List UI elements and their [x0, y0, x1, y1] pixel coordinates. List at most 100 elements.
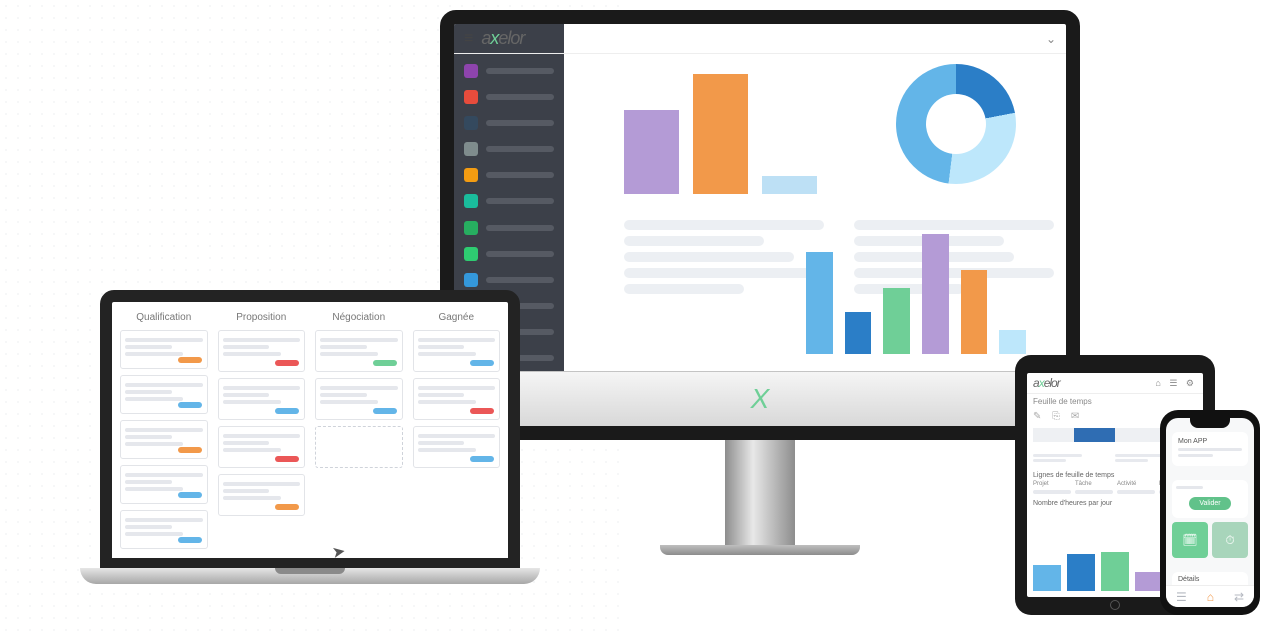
- kanban-card-tag: [470, 456, 494, 462]
- kanban-card[interactable]: [315, 378, 403, 420]
- phone-nav-item[interactable]: ☰: [1176, 590, 1187, 604]
- grid-header: Activité: [1117, 481, 1155, 487]
- kanban-card[interactable]: [218, 330, 306, 372]
- sidebar-item-label: [486, 172, 554, 178]
- x-logo-icon: X: [751, 383, 770, 415]
- kanban-card-tag: [275, 456, 299, 462]
- kanban-card-tag: [275, 504, 299, 510]
- sidebar-item[interactable]: [464, 192, 554, 210]
- sidebar-item[interactable]: [464, 166, 554, 184]
- monitor-chin: X: [454, 371, 1066, 426]
- grid-header: Projet: [1033, 481, 1071, 487]
- sidebar-item-color-icon: [464, 273, 478, 287]
- workflow-step[interactable]: [1115, 428, 1156, 442]
- sidebar-item-label: [486, 120, 554, 126]
- kanban-card[interactable]: [218, 378, 306, 420]
- bar: [1033, 565, 1061, 591]
- bar: [883, 288, 910, 354]
- sidebar-item-color-icon: [464, 247, 478, 261]
- bar: [922, 234, 949, 354]
- kanban-card[interactable]: [413, 426, 501, 468]
- kanban-card[interactable]: [218, 474, 306, 516]
- grid-header: Tâche: [1075, 481, 1113, 487]
- sidebar-item-label: [486, 68, 554, 74]
- bar: [1101, 552, 1129, 591]
- bar: [806, 252, 833, 354]
- bar: [1135, 572, 1163, 591]
- kanban-card[interactable]: [413, 378, 501, 420]
- sidebar-item-color-icon: [464, 90, 478, 104]
- bar-chart-widget-1: [624, 74, 834, 194]
- menu-icon[interactable]: ≡: [464, 30, 473, 48]
- tablet-header-icons[interactable]: ⌂ ☰ ⚙: [1155, 378, 1197, 389]
- calendar-tile[interactable]: 🗓: [1172, 522, 1208, 558]
- phone-big-tiles[interactable]: 🗓 ⏱: [1172, 522, 1248, 558]
- dashboard-main: [564, 24, 1066, 371]
- sidebar-item-color-icon: [464, 142, 478, 156]
- kanban-card[interactable]: [120, 420, 208, 459]
- kanban-card-tag: [275, 360, 299, 366]
- kanban-card[interactable]: [315, 330, 403, 372]
- sidebar-item[interactable]: [464, 245, 554, 263]
- phone-nav-item[interactable]: ⌂: [1207, 590, 1214, 604]
- validate-button[interactable]: Valider: [1189, 497, 1230, 510]
- kanban-card-tag: [178, 492, 202, 498]
- sidebar-item[interactable]: [464, 88, 554, 106]
- kanban-card[interactable]: [120, 465, 208, 504]
- kanban-card[interactable]: [120, 510, 208, 549]
- kanban-column-title: Négociation: [313, 308, 405, 327]
- sidebar-item-label: [486, 146, 554, 152]
- workflow-step[interactable]: [1074, 428, 1115, 442]
- kanban-card-tag: [178, 447, 202, 453]
- kanban-card-placeholder: [315, 426, 403, 468]
- bar-chart-widget-2: [806, 234, 1026, 354]
- kanban-card[interactable]: [120, 330, 208, 369]
- kanban-column-title: Gagnée: [411, 308, 503, 327]
- sidebar-item[interactable]: [464, 62, 554, 80]
- kanban-card-tag: [373, 360, 397, 366]
- kanban-column-title: Qualification: [118, 308, 210, 327]
- desktop-screen: ≡ axelor ⌄: [454, 24, 1066, 371]
- kanban-card-tag: [178, 357, 202, 363]
- kanban-card[interactable]: [413, 330, 501, 372]
- sidebar-item-label: [486, 225, 554, 231]
- brand-logo: axelor: [1033, 376, 1060, 390]
- bar: [999, 330, 1026, 354]
- sidebar-item-label: [486, 251, 554, 257]
- kanban-card-tag: [373, 408, 397, 414]
- sidebar-item-color-icon: [464, 116, 478, 130]
- sidebar-item-color-icon: [464, 64, 478, 78]
- sidebar-item-label: [486, 94, 554, 100]
- bar: [845, 312, 872, 354]
- kanban-board: Qualification Proposition Négociation Gagné…: [112, 302, 508, 558]
- kanban-card[interactable]: [218, 426, 306, 468]
- sidebar-item-color-icon: [464, 194, 478, 208]
- phone-details-label: Détails: [1178, 576, 1242, 583]
- kanban-column: Qualification: [118, 308, 210, 552]
- phone-card-title: Mon APP: [1178, 438, 1242, 445]
- bar: [624, 110, 679, 194]
- phone-nav-item[interactable]: ⇄: [1234, 590, 1244, 604]
- phone-screen: Mon APP Valider 🗓 ⏱ Détails ☰ ⌂ ⇄: [1166, 418, 1254, 607]
- sidebar-item-color-icon: [464, 168, 478, 182]
- workflow-step[interactable]: [1033, 428, 1074, 442]
- kanban-card-tag: [470, 408, 494, 414]
- kanban-column: Proposition: [216, 308, 308, 552]
- kanban-card-tag: [470, 360, 494, 366]
- list-widget-1: [624, 214, 824, 300]
- bar: [693, 74, 748, 194]
- bar: [1067, 554, 1095, 591]
- phone-bottom-nav[interactable]: ☰ ⌂ ⇄: [1166, 585, 1254, 607]
- sidebar-item-label: [486, 277, 554, 283]
- sidebar-item[interactable]: [464, 114, 554, 132]
- kanban-card-tag: [178, 402, 202, 408]
- timer-tile[interactable]: ⏱: [1212, 522, 1248, 558]
- kanban-column-title: Proposition: [216, 308, 308, 327]
- sidebar-item[interactable]: [464, 218, 554, 236]
- sidebar-item[interactable]: [464, 140, 554, 158]
- kanban-card[interactable]: [120, 375, 208, 414]
- bar: [961, 270, 988, 354]
- phone-device: Mon APP Valider 🗓 ⏱ Détails ☰ ⌂ ⇄: [1160, 410, 1260, 615]
- sidebar-item[interactable]: [464, 271, 554, 289]
- tablet-home-button[interactable]: [1110, 600, 1120, 610]
